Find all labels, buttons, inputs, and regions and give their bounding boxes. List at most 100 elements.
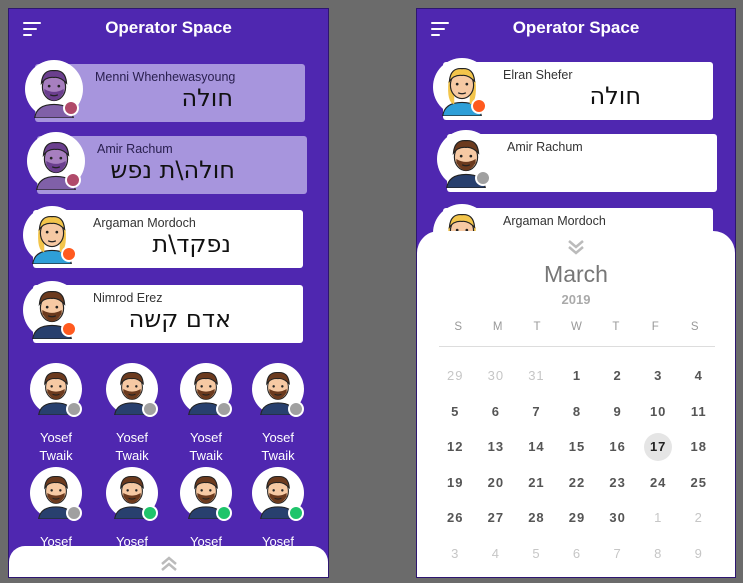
calendar-week-row: 26 27 28 29 30 1 2	[435, 500, 719, 536]
calendar-day[interactable]: 4	[678, 368, 719, 383]
calendar-day[interactable]: 16	[597, 439, 638, 454]
calendar-day[interactable]: 27	[476, 510, 517, 525]
status-dot	[216, 401, 232, 417]
calendar-day-number: 12	[447, 439, 464, 455]
operator-grid-item[interactable]: Yosef	[99, 467, 165, 551]
operator-status: נפקד\ת	[152, 230, 231, 258]
status-dot	[142, 401, 158, 417]
weekday-header: SMTWTFS	[439, 321, 715, 347]
calendar-day-number: 2	[613, 368, 622, 384]
calendar-day[interactable]: 2	[678, 510, 719, 525]
calendar-day[interactable]: 21	[516, 475, 557, 490]
status-dot	[216, 505, 232, 521]
calendar-day[interactable]: 4	[476, 546, 517, 561]
chevron-down-icon[interactable]	[567, 239, 585, 255]
calendar-day-number: 6	[491, 403, 500, 419]
calendar-day-number: 9	[613, 403, 622, 419]
avatar[interactable]	[437, 130, 495, 188]
calendar-day[interactable]: 7	[516, 404, 557, 419]
chevron-up-icon[interactable]	[160, 556, 178, 572]
calendar-day[interactable]: 10	[638, 404, 679, 419]
calendar-day[interactable]: 3	[638, 368, 679, 383]
operator-first-name: Yosef	[39, 430, 73, 445]
calendar-day-number: 10	[649, 403, 667, 419]
operator-status: חולה	[589, 82, 641, 110]
calendar-month[interactable]: March	[417, 261, 735, 288]
calendar-day[interactable]: 24	[638, 475, 679, 490]
calendar-day-number: 5	[532, 545, 541, 561]
avatar[interactable]	[23, 281, 81, 339]
right-phone-screen: Operator Space Elran Shefer חולה Amir Ra…	[416, 8, 736, 578]
calendar-day-number: 29	[568, 510, 586, 526]
calendar-day-number: 9	[694, 545, 703, 561]
calendar-day[interactable]: 5	[516, 546, 557, 561]
calendar-day[interactable]: 1	[557, 368, 598, 383]
weekday-label: F	[651, 321, 660, 333]
calendar-day[interactable]: 29	[435, 368, 476, 383]
calendar-day[interactable]: 3	[435, 546, 476, 561]
operator-grid-item[interactable]: Yosef	[173, 467, 239, 551]
calendar-day-selected[interactable]: 17	[638, 432, 679, 461]
operator-grid-item[interactable]: Yosef	[23, 467, 89, 551]
avatar[interactable]	[25, 60, 83, 118]
calendar-day[interactable]: 13	[476, 439, 517, 454]
bottom-sheet-handle[interactable]	[9, 546, 328, 577]
weekday-label: T	[533, 321, 542, 333]
calendar-week-row: 19 20 21 22 23 24 25	[435, 465, 719, 501]
calendar-day-number: 30	[487, 368, 505, 384]
date-picker-sheet: March 2019 SMTWTFS 29 30 31 1 2 3 4 5 6 7 8 9 10 11 12…	[417, 231, 735, 577]
calendar-day[interactable]: 6	[476, 404, 517, 419]
calendar-day[interactable]: 11	[678, 404, 719, 419]
calendar-day[interactable]: 9	[678, 546, 719, 561]
calendar-day[interactable]: 22	[557, 475, 598, 490]
calendar-day-number: 27	[487, 510, 505, 526]
calendar-day[interactable]: 7	[597, 546, 638, 561]
calendar-day-number: 4	[694, 368, 703, 384]
calendar-day[interactable]: 14	[516, 439, 557, 454]
calendar-day-number: 19	[447, 474, 464, 490]
calendar-day[interactable]: 6	[557, 546, 598, 561]
calendar-day-number: 7	[613, 545, 622, 561]
avatar	[252, 467, 304, 521]
calendar-year[interactable]: 2019	[417, 292, 735, 307]
calendar-day[interactable]: 31	[516, 368, 557, 383]
calendar-day[interactable]: 28	[516, 510, 557, 525]
calendar-day[interactable]: 12	[435, 439, 476, 454]
avatar	[30, 363, 82, 417]
operator-grid-item[interactable]: Yosef	[245, 467, 311, 551]
avatar	[106, 363, 158, 417]
calendar-day[interactable]: 25	[678, 475, 719, 490]
calendar-day[interactable]: 15	[557, 439, 598, 454]
calendar-day-number: 1	[654, 510, 663, 526]
calendar-day[interactable]: 8	[557, 404, 598, 419]
operator-grid-item[interactable]: Yosef Twaik	[173, 363, 239, 465]
avatar[interactable]	[433, 58, 491, 116]
calendar-week-row: 12 13 14 15 16 17 18	[435, 429, 719, 465]
status-dot	[65, 172, 81, 188]
calendar-day[interactable]: 23	[597, 475, 638, 490]
operator-last-name: Twaik	[115, 448, 149, 463]
calendar-day[interactable]: 18	[678, 439, 719, 454]
operator-last-name: Twaik	[189, 448, 223, 463]
calendar-day[interactable]: 29	[557, 510, 598, 525]
calendar-day[interactable]: 9	[597, 404, 638, 419]
calendar-day-number: 29	[447, 368, 464, 384]
calendar-day[interactable]: 19	[435, 475, 476, 490]
operator-status: אדם קשה	[128, 305, 231, 333]
calendar-day[interactable]: 26	[435, 510, 476, 525]
calendar-day[interactable]: 1	[638, 510, 679, 525]
calendar-day[interactable]: 2	[597, 368, 638, 383]
operator-first-name: Yosef	[115, 430, 149, 445]
operator-grid-item[interactable]: Yosef Twaik	[245, 363, 311, 465]
operator-grid-item[interactable]: Yosef Twaik	[99, 363, 165, 465]
status-dot	[63, 100, 79, 116]
avatar	[180, 363, 232, 417]
calendar-day[interactable]: 8	[638, 546, 679, 561]
calendar-day[interactable]: 30	[597, 510, 638, 525]
avatar[interactable]	[23, 206, 81, 264]
calendar-day[interactable]: 5	[435, 404, 476, 419]
calendar-day[interactable]: 30	[476, 368, 517, 383]
operator-grid-item[interactable]: Yosef Twaik	[23, 363, 89, 465]
avatar[interactable]	[27, 132, 85, 190]
calendar-day[interactable]: 20	[476, 475, 517, 490]
